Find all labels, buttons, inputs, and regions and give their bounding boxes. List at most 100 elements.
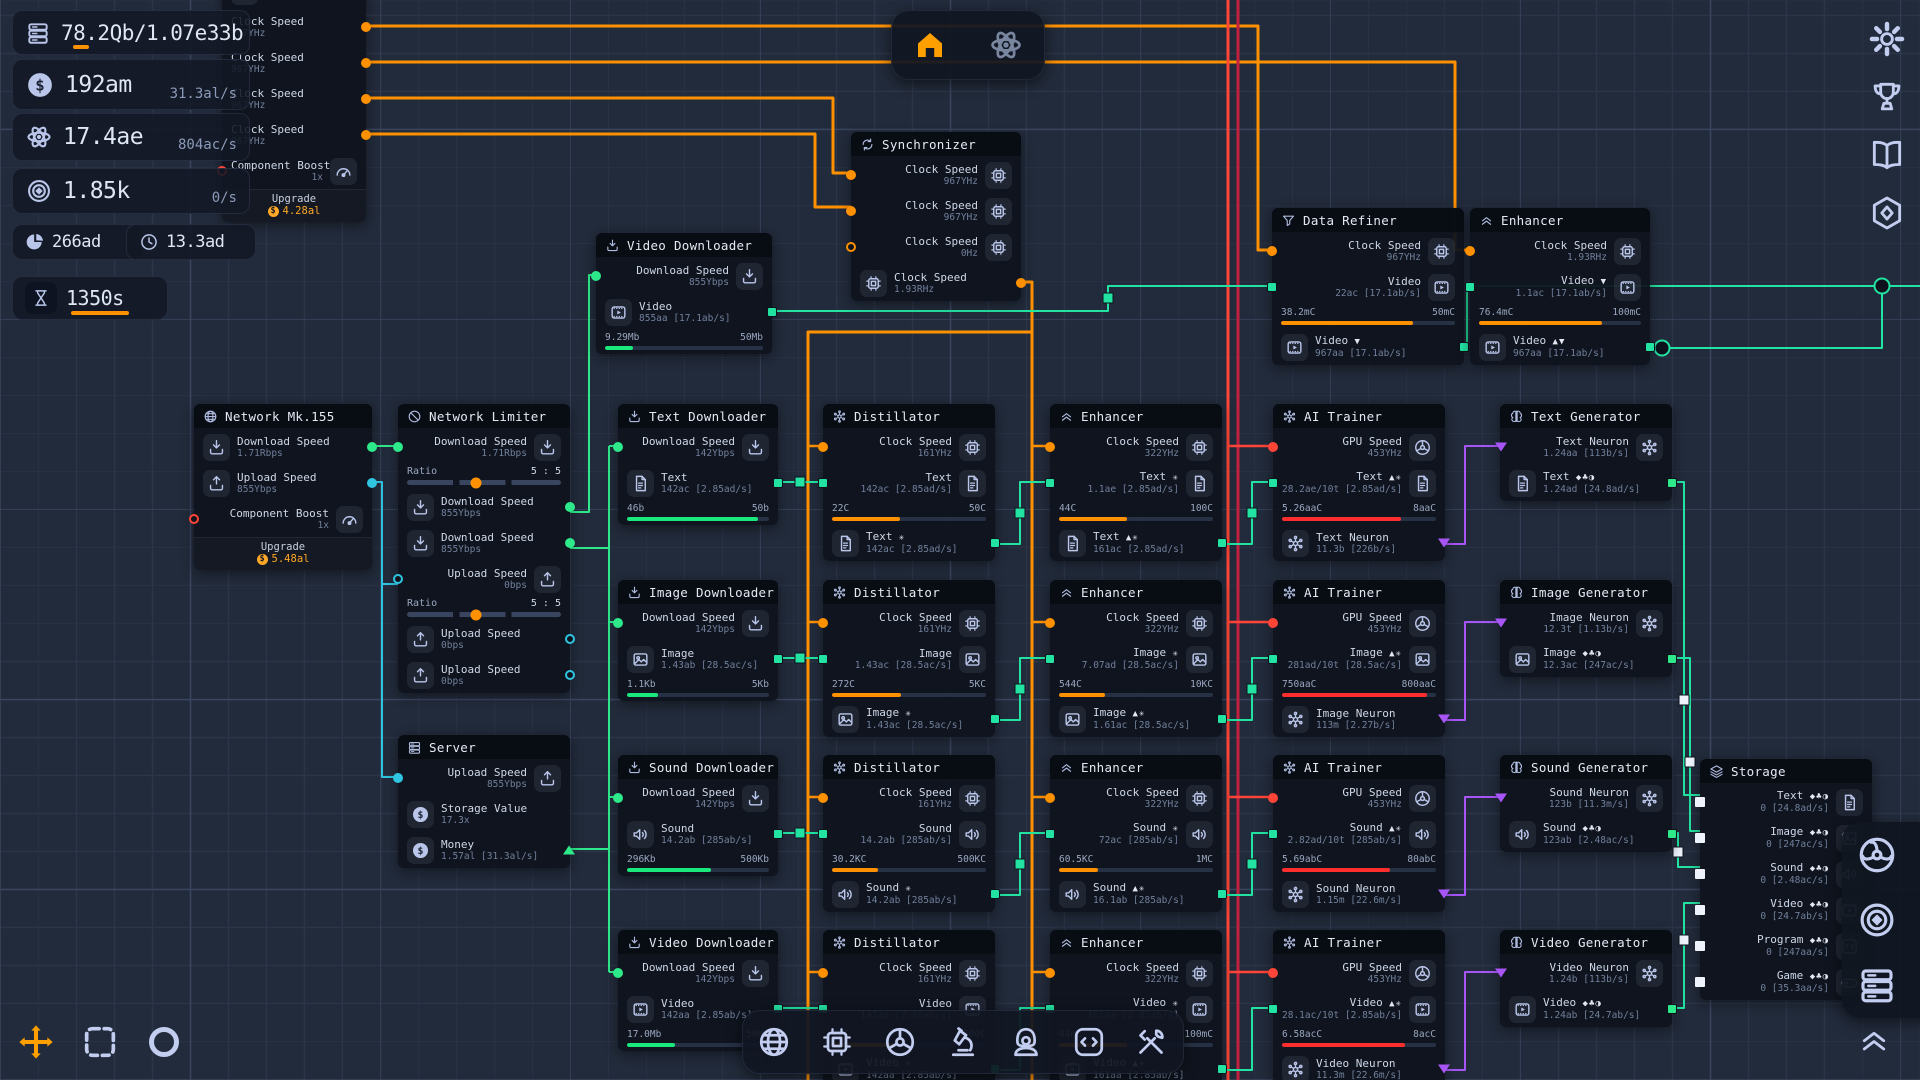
input-port-purple[interactable] xyxy=(1495,619,1507,628)
node-header[interactable]: Text Downloader xyxy=(618,404,778,429)
node-header[interactable]: Enhancer xyxy=(1050,755,1222,780)
chevrons-button[interactable] xyxy=(1856,1022,1892,1058)
input-port-orange[interactable] xyxy=(818,968,828,978)
input-port-orange[interactable] xyxy=(818,442,828,452)
node-text-downloader[interactable]: Text DownloaderDownload Speed142YbpsText… xyxy=(618,404,778,525)
node-ai-trainer-image[interactable]: AI TrainerGPU Speed453YHzImage ▲✳281ad/1… xyxy=(1273,580,1445,737)
input-port-white[interactable] xyxy=(1695,797,1705,807)
node-network-mk155[interactable]: Network Mk.155Download Speed1.71RbpsUplo… xyxy=(194,404,372,570)
input-port-white[interactable] xyxy=(1695,869,1705,879)
node-server[interactable]: ServerUpload Speed855Ybps$Storage Value1… xyxy=(398,735,570,868)
node-header[interactable]: Storage xyxy=(1700,759,1872,784)
node-header[interactable]: Network Limiter xyxy=(398,404,570,429)
input-port-white[interactable] xyxy=(1695,905,1705,915)
output-port-orange[interactable] xyxy=(361,58,371,68)
input-port-purple[interactable] xyxy=(1495,794,1507,803)
move-tool-button[interactable] xyxy=(16,1022,56,1062)
output-port-teal[interactable] xyxy=(1645,342,1655,352)
input-port-red[interactable] xyxy=(189,514,199,524)
input-port-red[interactable] xyxy=(1268,618,1278,628)
output-port-teal[interactable] xyxy=(1217,889,1227,899)
node-enhancer-image[interactable]: EnhancerClock Speed322YHzImage ✳7.07ad [… xyxy=(1050,580,1222,737)
input-port-teal[interactable] xyxy=(1268,1004,1278,1014)
server-button[interactable] xyxy=(1856,964,1898,1006)
output-port-green[interactable] xyxy=(1667,478,1677,488)
book-button[interactable] xyxy=(1868,136,1906,174)
node-header[interactable]: Distillator xyxy=(823,580,995,605)
hacker-toolbar-button[interactable] xyxy=(1008,1024,1044,1060)
node-header[interactable]: Sound Generator xyxy=(1500,755,1672,780)
microscope-toolbar-button[interactable] xyxy=(945,1024,981,1060)
node-header[interactable]: Enhancer xyxy=(1050,580,1222,605)
input-port-orange[interactable] xyxy=(1267,246,1277,256)
node-header[interactable]: Synchronizer xyxy=(851,132,1021,157)
node-header[interactable]: Distillator xyxy=(823,755,995,780)
output-port-teal[interactable] xyxy=(1217,714,1227,724)
node-header[interactable]: Sound Downloader xyxy=(618,755,778,780)
node-header[interactable]: Image Generator xyxy=(1500,580,1672,605)
hud-time-pill[interactable]: 13.3ad xyxy=(126,224,256,260)
code-toolbar-button[interactable] xyxy=(1071,1024,1107,1060)
chip-toolbar-button[interactable] xyxy=(819,1024,855,1060)
output-port-purple[interactable] xyxy=(1438,715,1450,724)
home-button[interactable] xyxy=(912,27,948,63)
input-port-green[interactable] xyxy=(613,968,623,978)
node-header[interactable]: Enhancer xyxy=(1050,930,1222,955)
input-port-orange[interactable] xyxy=(846,170,856,180)
hexbadge-button[interactable] xyxy=(1868,194,1906,232)
input-port-teal[interactable] xyxy=(1268,829,1278,839)
node-video-generator[interactable]: Video GeneratorVideo Neuron1.24b [113b/s… xyxy=(1500,930,1672,1027)
input-port-purple[interactable] xyxy=(1495,969,1507,978)
select-tool-button[interactable] xyxy=(80,1022,120,1062)
input-port-green[interactable] xyxy=(613,793,623,803)
output-port-cyan[interactable] xyxy=(565,670,575,680)
node-ai-trainer-sound[interactable]: AI TrainerGPU Speed453YHzSound ▲✳2.82ad/… xyxy=(1273,755,1445,912)
output-port-green[interactable] xyxy=(1667,654,1677,664)
node-header[interactable]: Video Downloader xyxy=(618,930,778,955)
node-header[interactable]: Video Generator xyxy=(1500,930,1672,955)
output-port-teal[interactable] xyxy=(773,829,783,839)
hud-timer-pill[interactable]: 1350s xyxy=(12,276,168,320)
node-header[interactable]: AI Trainer xyxy=(1273,580,1445,605)
node-header[interactable]: Text Generator xyxy=(1500,404,1672,429)
input-port-teal[interactable] xyxy=(1268,478,1278,488)
output-port-teal[interactable] xyxy=(1459,342,1469,352)
node-image-downloader[interactable]: Image DownloaderDownload Speed142YbpsIma… xyxy=(618,580,778,701)
node-distillator-sound[interactable]: DistillatorClock Speed161YHzSound14.2ab … xyxy=(823,755,995,912)
input-port-orange[interactable] xyxy=(818,793,828,803)
input-port-teal[interactable] xyxy=(1267,282,1277,292)
node-header[interactable]: Image Downloader xyxy=(618,580,778,605)
node-header[interactable]: Server xyxy=(398,735,570,760)
node-header[interactable]: Enhancer xyxy=(1050,404,1222,429)
output-port-teal[interactable] xyxy=(767,307,777,317)
output-port-teal[interactable] xyxy=(773,478,783,488)
node-enhancer-text[interactable]: EnhancerClock Speed322YHzText ✳1.1ae [2.… xyxy=(1050,404,1222,561)
output-port-purple[interactable] xyxy=(1438,1065,1450,1074)
node-sound-generator[interactable]: Sound GeneratorSound Neuron123b [11.3m/s… xyxy=(1500,755,1672,852)
input-port-orange[interactable] xyxy=(1045,442,1055,452)
input-port-orange[interactable] xyxy=(846,242,856,252)
output-port-cyan[interactable] xyxy=(565,634,575,644)
output-port-green[interactable] xyxy=(367,442,377,452)
node-network-limiter[interactable]: Network LimiterDownload Speed1.71RbpsRat… xyxy=(398,404,570,693)
node-header[interactable]: AI Trainer xyxy=(1273,404,1445,429)
input-port-white[interactable] xyxy=(1695,977,1705,987)
input-port-orange[interactable] xyxy=(1045,968,1055,978)
output-port-teal[interactable] xyxy=(1217,538,1227,548)
input-port-green[interactable] xyxy=(613,618,623,628)
input-port-teal[interactable] xyxy=(818,829,828,839)
output-port-green[interactable] xyxy=(565,502,575,512)
output-port-teal[interactable] xyxy=(990,714,1000,724)
output-port-cyan[interactable] xyxy=(367,478,377,488)
input-port-red[interactable] xyxy=(1268,968,1278,978)
input-port-teal[interactable] xyxy=(1045,829,1055,839)
output-port-teal[interactable] xyxy=(773,654,783,664)
node-video-downloader-top[interactable]: Video DownloaderDownload Speed855YbpsVid… xyxy=(596,233,772,354)
node-header[interactable]: Video Downloader xyxy=(596,233,772,258)
circleBtn-tool-button[interactable] xyxy=(144,1022,184,1062)
node-distillator-text[interactable]: DistillatorClock Speed161YHzText142ac [2… xyxy=(823,404,995,561)
hud-pie-pill[interactable]: 266ad xyxy=(12,224,144,260)
input-port-teal[interactable] xyxy=(1045,654,1055,664)
input-port-white[interactable] xyxy=(1695,833,1705,843)
collapse-button[interactable] xyxy=(1856,1022,1892,1058)
